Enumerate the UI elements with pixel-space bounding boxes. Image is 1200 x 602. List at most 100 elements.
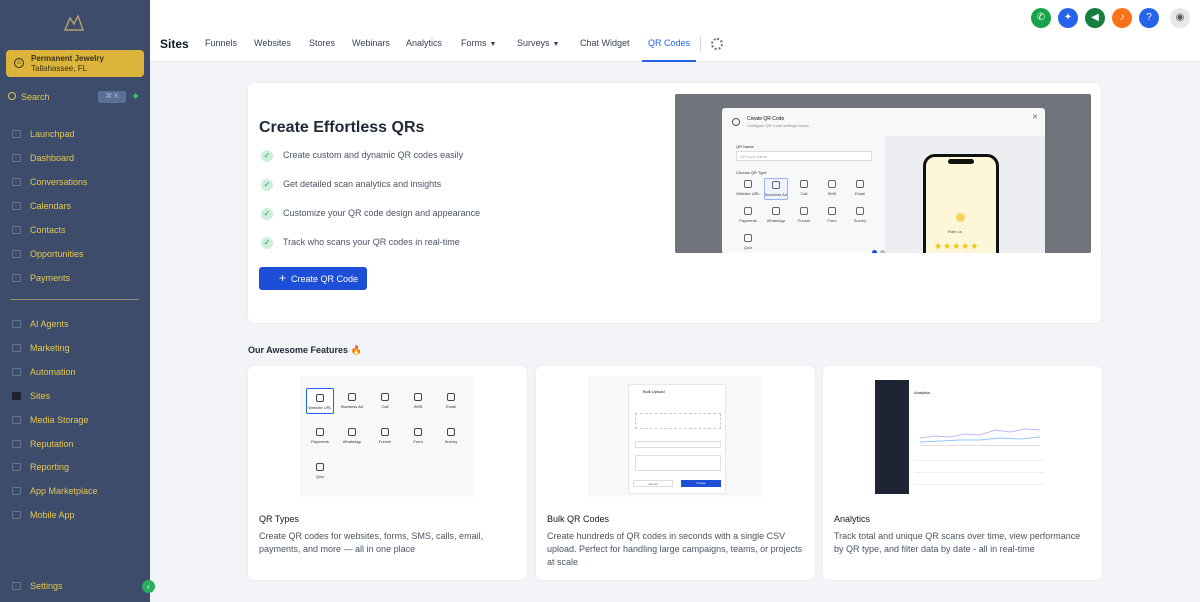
sidebar-item-app-marketplace[interactable]: App Marketplace	[0, 482, 150, 500]
carousel-dot[interactable]	[880, 250, 885, 253]
sidebar-item-marketing[interactable]: Marketing	[0, 339, 150, 357]
option-label: Business Ad	[340, 404, 363, 409]
funnel-icon	[12, 250, 21, 258]
calendar-icon	[12, 202, 21, 210]
tab-surveys[interactable]: Surveys ▼	[517, 38, 559, 62]
tab-funnels[interactable]: Funnels	[205, 38, 237, 62]
ai-sparkle-icon[interactable]: ✦	[131, 90, 140, 103]
sparkle-icon[interactable]: ✦	[1058, 8, 1078, 28]
sidebar-item-conversations[interactable]: Conversations	[0, 173, 150, 191]
card-icon	[744, 207, 752, 215]
account-switcher[interactable]: ⌂ Permanent Jewelry Tallahassee, FL	[6, 50, 144, 77]
option-label: Website URL	[736, 191, 760, 196]
preview-type-option: Survey	[848, 205, 872, 227]
sidebar-item-reporting[interactable]: Reporting	[0, 458, 150, 476]
tab-forms[interactable]: Forms ▼	[461, 38, 496, 62]
option-label: Survey	[853, 218, 867, 223]
sidebar-item-opportunities[interactable]: Opportunities	[0, 245, 150, 263]
tab-analytics[interactable]: Analytics	[406, 38, 442, 62]
sidebar-divider	[10, 299, 139, 300]
close-icon: ✕	[1032, 114, 1038, 121]
tab-webinars[interactable]: Webinars	[352, 38, 390, 62]
sidebar-item-settings[interactable]: Settings	[0, 577, 150, 595]
sun-icon	[956, 213, 965, 222]
create-qr-code-button[interactable]: + Create QR Code	[259, 267, 367, 290]
sidebar-item-dashboard[interactable]: Dashboard	[0, 149, 150, 167]
sidebar-item-label: Conversations	[30, 177, 88, 187]
feature-option: Funnel	[371, 423, 399, 449]
feature-title: Analytics	[834, 514, 871, 524]
sidebar-item-media-storage[interactable]: Media Storage	[0, 411, 150, 429]
bell-icon[interactable]: ♪	[1112, 8, 1132, 28]
sidebar-item-contacts[interactable]: Contacts	[0, 221, 150, 239]
table-divider	[914, 484, 1044, 485]
sidebar-item-calendars[interactable]: Calendars	[0, 197, 150, 215]
sidebar-item-sites[interactable]: Sites	[0, 387, 150, 405]
sidebar-item-ai-agents[interactable]: AI Agents	[0, 315, 150, 333]
preview-type-option: Website URL	[736, 178, 760, 200]
search-icon	[8, 92, 16, 100]
feature-option: Website URL	[306, 388, 334, 414]
tab-label: Surveys	[517, 38, 550, 48]
whatsapp-icon	[772, 207, 780, 215]
bullet-text: Create custom and dynamic QR codes easil…	[283, 150, 464, 160]
top-navigation: Sites Funnels Websites Stores Webinars A…	[150, 0, 1200, 62]
bullet-text: Customize your QR code design and appear…	[283, 208, 481, 218]
hero-title: Create Effortless QRs	[259, 119, 425, 136]
sidebar-item-automation[interactable]: Automation	[0, 363, 150, 381]
payments-icon	[12, 274, 21, 282]
tab-label: Forms	[461, 38, 487, 48]
tab-stores[interactable]: Stores	[309, 38, 335, 62]
sites-icon	[12, 392, 21, 400]
tab-label: Webinars	[352, 38, 390, 48]
feature-card-bulk-qr-codes[interactable]: Bulk Upload Cancel Create Bulk QR Codes …	[536, 366, 815, 580]
gear-icon[interactable]	[711, 38, 723, 50]
tab-chat-widget[interactable]: Chat Widget	[580, 38, 630, 62]
option-label: Form	[827, 218, 837, 223]
bulk-cancel-button: Cancel	[633, 480, 673, 487]
carousel-dot-active[interactable]	[872, 250, 877, 253]
preview-name-label: QR Name	[736, 144, 754, 149]
form-icon	[828, 207, 836, 215]
check-icon: ✓	[261, 150, 273, 162]
link-icon	[316, 394, 324, 402]
help-icon[interactable]: ?	[1139, 8, 1159, 28]
sidebar-item-reputation[interactable]: Reputation	[0, 435, 150, 453]
hero-preview-image: Create QR Code Configure QR Code setting…	[675, 94, 1091, 253]
avatar-icon[interactable]: ◉	[1170, 8, 1190, 28]
tab-label: Chat Widget	[580, 38, 630, 48]
feature-image: Analytics	[875, 376, 1049, 497]
tab-websites[interactable]: Websites	[254, 38, 291, 62]
option-label: Funnel	[378, 439, 392, 444]
analytics-screen-title: Analytics	[914, 390, 931, 395]
option-label: Survey	[444, 439, 458, 444]
option-label: WhatsApp	[342, 439, 362, 444]
option-label: Email	[445, 404, 456, 409]
preview-type-option: Business Ad	[764, 178, 788, 200]
sidebar-item-mobile-app[interactable]: Mobile App	[0, 506, 150, 524]
contacts-icon	[12, 226, 21, 234]
button-label: Create QR Code	[290, 274, 359, 284]
preview-type-option: Email	[848, 178, 872, 200]
megaphone-icon[interactable]: ◀	[1085, 8, 1105, 28]
sidebar-collapse-button[interactable]: ‹	[142, 580, 155, 593]
tab-label: Stores	[309, 38, 336, 48]
funnel-icon	[381, 428, 389, 436]
table-divider	[914, 460, 1044, 461]
hero-card: Create Effortless QRs ✓ Create custom and…	[248, 83, 1101, 323]
sidebar-item-launchpad[interactable]: Launchpad	[0, 125, 150, 143]
tab-qr-codes[interactable]: QR Codes	[642, 38, 697, 62]
sidebar-search[interactable]: Search ⌘ K ✦	[8, 91, 142, 105]
phone-icon[interactable]: ✆	[1031, 8, 1051, 28]
preview-type-option: Form	[820, 205, 844, 227]
sidebar-item-payments[interactable]: Payments	[0, 269, 150, 287]
preview-name-input: QR code name	[736, 151, 872, 161]
feature-card-qr-types[interactable]: Website URL Business Ad Call SMS Email P…	[248, 366, 527, 580]
sidebar-item-label: Opportunities	[30, 249, 84, 259]
brand-logo[interactable]	[62, 12, 86, 34]
feature-card-analytics[interactable]: Analytics Analytics Track total and uniq…	[823, 366, 1102, 580]
survey-icon	[856, 207, 864, 215]
whatsapp-icon	[348, 428, 356, 436]
info-box	[635, 455, 721, 471]
sidebar-item-label: App Marketplace	[30, 486, 98, 496]
